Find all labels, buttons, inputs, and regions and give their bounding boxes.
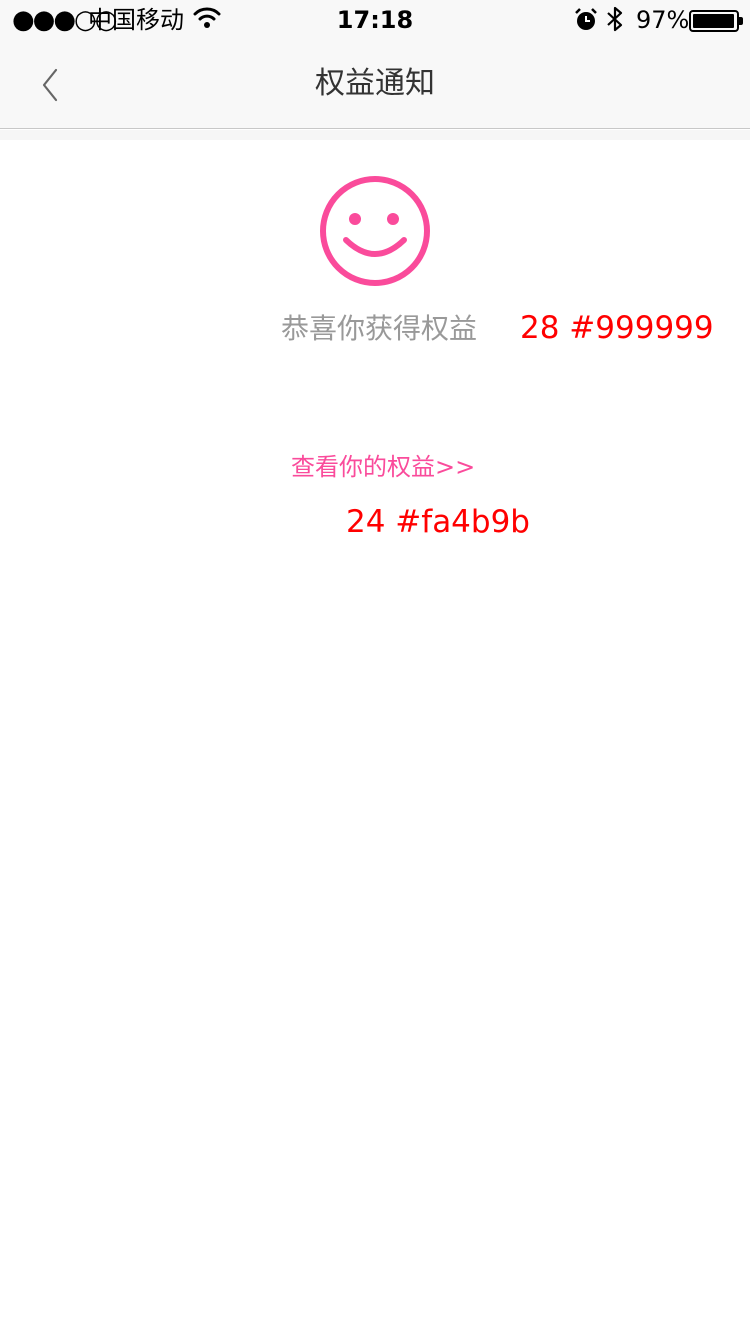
navigation-bar: 权益通知 <box>0 40 750 129</box>
page-title: 权益通知 <box>315 66 435 101</box>
status-bar: ●●●○○ 中国移动 17:18 97% <box>0 0 750 40</box>
smiley-face-icon <box>320 176 430 286</box>
battery-icon <box>689 10 743 32</box>
view-benefits-link[interactable]: 查看你的权益>> <box>291 449 475 485</box>
alarm-icon <box>575 8 597 30</box>
link-style-annotation: 24 #fa4b9b <box>346 504 530 540</box>
bluetooth-icon <box>607 6 623 32</box>
message-style-annotation: 28 #999999 <box>520 310 714 346</box>
divider <box>0 130 750 140</box>
congrats-message: 恭喜你获得权益 <box>281 312 478 345</box>
battery-percent: 97% <box>636 6 690 34</box>
